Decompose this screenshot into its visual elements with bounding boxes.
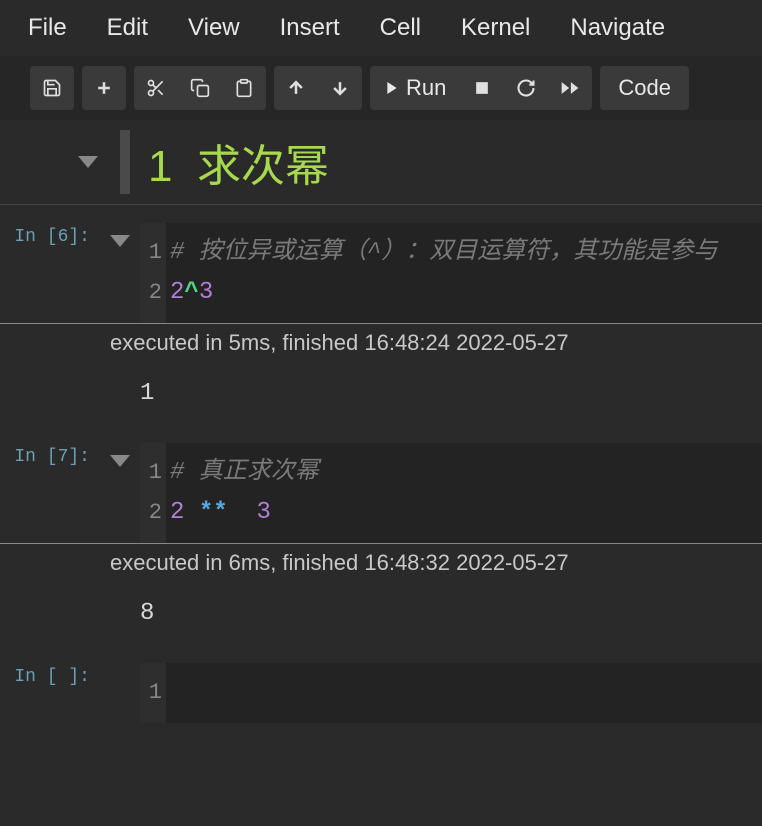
code-number: 2	[170, 279, 184, 306]
menu-cell[interactable]: Cell	[380, 14, 421, 42]
paste-button[interactable]	[222, 66, 266, 110]
cut-button[interactable]	[134, 66, 178, 110]
menu-navigate[interactable]: Navigate	[570, 14, 665, 42]
code-operator: **	[199, 499, 228, 526]
code-editor[interactable]: 1 2 # 按位异或运算（^）：双目运算符，其功能是参与 2^3	[140, 223, 762, 323]
run-button[interactable]: Run	[370, 66, 460, 110]
code-cell[interactable]: In [7]: 1 2 # 真正求次幂 2 ** 3	[0, 443, 762, 543]
heading-indicator	[120, 130, 130, 194]
code-editor[interactable]: 1 2 # 真正求次幂 2 ** 3	[140, 443, 762, 543]
code-content[interactable]	[166, 663, 188, 723]
execution-meta: executed in 6ms, finished 16:48:32 2022-…	[0, 543, 762, 582]
collapse-cell-icon[interactable]	[110, 235, 130, 247]
menu-kernel[interactable]: Kernel	[461, 14, 530, 42]
code-comment: # 按位异或运算（^）：双目运算符，其功能是参与	[170, 239, 717, 266]
heading-text: 1 求次幂	[148, 130, 329, 194]
interrupt-button[interactable]	[460, 66, 504, 110]
celltype-label: Code	[618, 75, 671, 101]
input-prompt: In [6]:	[0, 223, 100, 323]
celltype-dropdown[interactable]: Code	[600, 66, 689, 110]
code-content[interactable]: # 按位异或运算（^）：双目运算符，其功能是参与 2^3	[166, 223, 721, 323]
collapse-cell-icon[interactable]	[110, 455, 130, 467]
execution-meta: executed in 5ms, finished 16:48:24 2022-…	[0, 323, 762, 362]
add-cell-button[interactable]	[82, 66, 126, 110]
menu-view[interactable]: View	[188, 14, 240, 42]
line-gutter: 1 2	[140, 223, 166, 323]
code-cell[interactable]: In [ ]: 1	[0, 663, 762, 723]
save-button[interactable]	[30, 66, 74, 110]
code-operator: ^	[184, 279, 198, 306]
code-number: 2	[170, 499, 184, 526]
code-number: 3	[199, 279, 213, 306]
line-gutter: 1 2	[140, 443, 166, 543]
restart-button[interactable]	[504, 66, 548, 110]
heading-title: 求次幂	[197, 142, 329, 191]
heading-cell[interactable]: 1 求次幂	[0, 120, 762, 205]
menu-file[interactable]: File	[28, 14, 67, 42]
run-label: Run	[406, 75, 446, 101]
input-prompt: In [7]:	[0, 443, 100, 543]
menu-bar: File Edit View Insert Cell Kernel Naviga…	[0, 0, 762, 56]
line-gutter: 1	[140, 663, 166, 723]
copy-button[interactable]	[178, 66, 222, 110]
code-cell[interactable]: In [6]: 1 2 # 按位异或运算（^）：双目运算符，其功能是参与 2^3	[0, 223, 762, 323]
collapse-heading-icon[interactable]	[78, 156, 98, 168]
code-comment: # 真正求次幂	[170, 459, 319, 486]
toolbar: Run Code	[0, 56, 762, 120]
restart-run-all-button[interactable]	[548, 66, 592, 110]
move-up-button[interactable]	[274, 66, 318, 110]
menu-insert[interactable]: Insert	[280, 14, 340, 42]
code-number: 3	[256, 499, 270, 526]
cell-output: 8	[0, 582, 762, 645]
code-content[interactable]: # 真正求次幂 2 ** 3	[166, 443, 323, 543]
heading-number: 1	[148, 142, 172, 191]
code-editor[interactable]: 1	[140, 663, 762, 723]
menu-edit[interactable]: Edit	[107, 14, 148, 42]
cell-output: 1	[0, 362, 762, 425]
move-down-button[interactable]	[318, 66, 362, 110]
input-prompt: In [ ]:	[0, 663, 100, 723]
